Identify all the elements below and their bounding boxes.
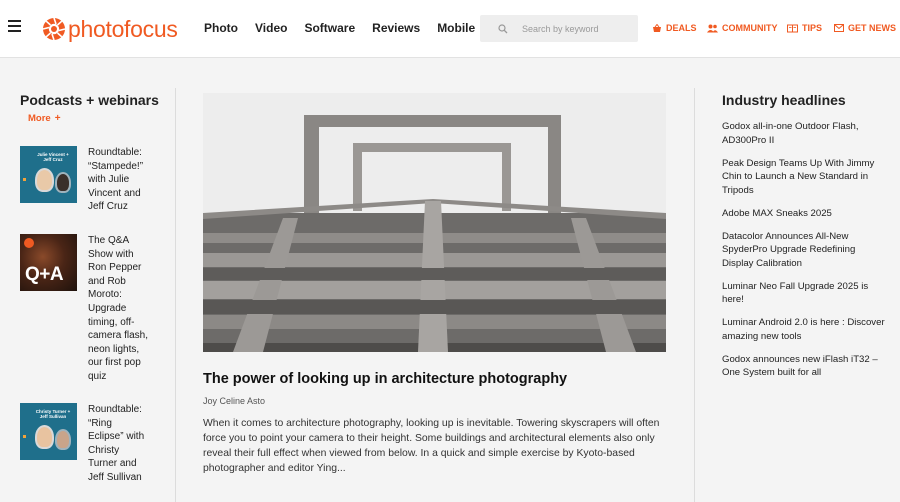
headline-link[interactable]: Datacolor Announces All-New SpyderPro Up… bbox=[722, 230, 887, 271]
architecture-photo bbox=[203, 93, 666, 352]
podcast-item[interactable]: Christy Turner + Jeff Sullivan Roundtabl… bbox=[20, 403, 150, 485]
article-author[interactable]: Joy Celine Asto bbox=[203, 396, 265, 406]
book-icon bbox=[787, 24, 798, 32]
headline-link[interactable]: Luminar Neo Fall Upgrade 2025 is here! bbox=[722, 280, 887, 307]
podcasts-title: Podcasts + webinars bbox=[20, 92, 159, 108]
industry-headlines-title: Industry headlines bbox=[722, 92, 846, 108]
tips-link[interactable]: TIPS bbox=[787, 23, 822, 33]
main-nav: Photo Video Software Reviews Mobile bbox=[204, 21, 492, 35]
community-link[interactable]: COMMUNITY bbox=[707, 23, 778, 33]
logo-aperture-icon bbox=[42, 17, 66, 41]
nav-video[interactable]: Video bbox=[255, 21, 287, 35]
search-box[interactable] bbox=[480, 15, 638, 42]
deals-label: DEALS bbox=[666, 23, 697, 33]
nav-photo[interactable]: Photo bbox=[204, 21, 238, 35]
more-link[interactable]: More + bbox=[28, 113, 170, 124]
thumbnail-caption: Julie Vincent + Jeff Cruz bbox=[37, 152, 69, 162]
headline-link[interactable]: Peak Design Teams Up With Jimmy Chin to … bbox=[722, 157, 887, 198]
basket-icon bbox=[653, 23, 661, 32]
more-label: More bbox=[28, 113, 51, 124]
get-news-label: GET NEWS bbox=[848, 23, 897, 33]
headline-link[interactable]: Adobe MAX Sneaks 2025 bbox=[722, 207, 887, 221]
podcast-title[interactable]: The Q&A Show with Ron Pepper and Rob Mor… bbox=[88, 234, 150, 384]
menu-icon[interactable] bbox=[8, 20, 21, 34]
podcast-title[interactable]: Roundtable: “Stampede!” with Julie Vince… bbox=[88, 146, 150, 214]
get-news-link[interactable]: GET NEWS bbox=[834, 23, 896, 33]
podcast-item[interactable]: Q+A The Q&A Show with Ron Pepper and Rob… bbox=[20, 234, 150, 384]
headline-link[interactable]: Godox all-in-one Outdoor Flash, AD300Pro… bbox=[722, 120, 887, 147]
nav-software[interactable]: Software bbox=[304, 21, 355, 35]
column-divider bbox=[175, 88, 176, 502]
article-excerpt: When it comes to architecture photograph… bbox=[203, 418, 660, 474]
logo-dot-icon bbox=[24, 238, 34, 248]
site-logo[interactable]: photofocus bbox=[42, 14, 178, 44]
podcast-item[interactable]: Julie Vincent + Jeff Cruz Roundtable: “S… bbox=[20, 146, 150, 214]
people-icon bbox=[707, 24, 718, 32]
plus-icon: + bbox=[54, 113, 61, 124]
article-hero-image[interactable] bbox=[203, 93, 666, 352]
headline-link[interactable]: Luminar Android 2.0 is here : Discover a… bbox=[722, 316, 887, 343]
search-icon bbox=[498, 23, 508, 33]
thumbnail-caption: Christy Turner + Jeff Sullivan bbox=[35, 409, 71, 419]
logo-text: photofocus bbox=[68, 15, 178, 42]
industry-headlines-list: Godox all-in-one Outdoor Flash, AD300Pro… bbox=[722, 120, 887, 389]
deals-link[interactable]: DEALS bbox=[652, 23, 697, 33]
industry-headlines-section: Industry headlines bbox=[722, 92, 882, 108]
podcast-thumbnail[interactable]: Christy Turner + Jeff Sullivan bbox=[20, 403, 77, 460]
article-headline[interactable]: The power of looking up in architecture … bbox=[203, 371, 567, 387]
podcasts-section: Podcasts + webinars More + bbox=[20, 92, 170, 124]
envelope-icon bbox=[834, 24, 844, 32]
column-divider bbox=[694, 88, 695, 502]
nav-mobile[interactable]: Mobile bbox=[437, 21, 475, 35]
community-label: COMMUNITY bbox=[722, 23, 778, 33]
podcast-thumbnail[interactable]: Julie Vincent + Jeff Cruz bbox=[20, 146, 77, 203]
search-input[interactable] bbox=[522, 23, 632, 34]
thumbnail-caption: Q+A bbox=[25, 264, 64, 285]
nav-reviews[interactable]: Reviews bbox=[372, 21, 420, 35]
headline-link[interactable]: Godox announces new iFlash iT32 – One Sy… bbox=[722, 353, 887, 380]
tips-label: TIPS bbox=[802, 23, 823, 33]
podcast-title[interactable]: Roundtable: “Ring Eclipse” with Christy … bbox=[88, 403, 150, 485]
podcast-thumbnail[interactable]: Q+A bbox=[20, 234, 77, 291]
site-header: photofocus Photo Video Software Reviews … bbox=[0, 0, 900, 58]
